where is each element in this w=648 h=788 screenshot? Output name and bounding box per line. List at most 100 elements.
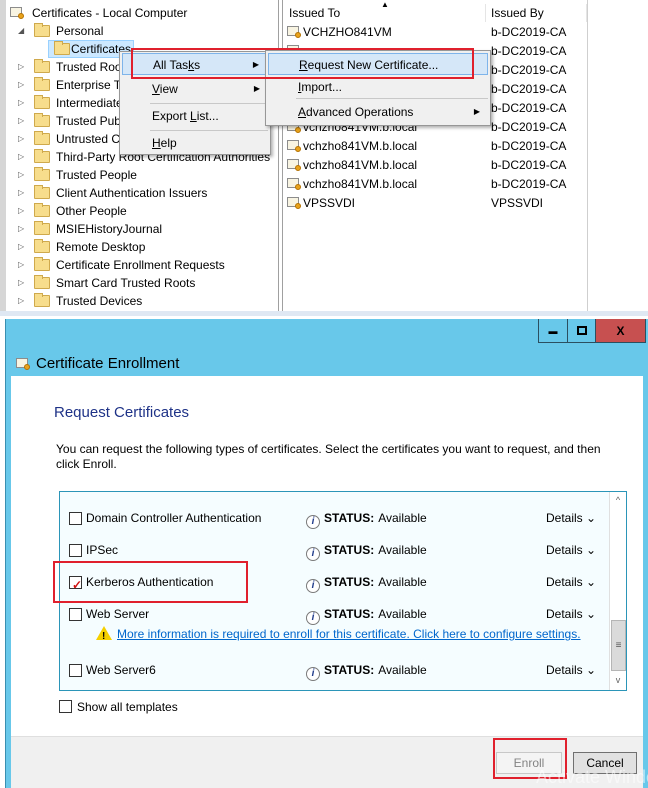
close-button[interactable]: X [595,319,645,342]
issued-by-cell: b-DC2019-CA [491,25,567,39]
issued-by-cell: b-DC2019-CA [491,120,567,134]
vertical-scrollbar[interactable]: ^ ≡ v [609,492,626,690]
details-toggle[interactable]: Details ⌄ [546,572,596,592]
certificate-name: Web Server6 [86,663,156,677]
status: i STATUS: Available [306,508,427,529]
details-toggle[interactable]: Details ⌄ [546,540,596,560]
issued-to-cell: vchzho841VM.b.local [303,158,418,172]
details-toggle[interactable]: Details ⌄ [546,660,596,680]
folder-icon [54,41,70,55]
collapse-icon[interactable]: ◢ [18,22,28,40]
expand-icon[interactable]: ▷ [18,112,28,130]
certificate-icon [287,177,301,190]
context-menu: All Tasks ▶ View ▶ Export List... Help [119,51,271,155]
info-icon: i [306,515,320,529]
minimize-button[interactable]: ▬ [539,319,567,342]
mmc-bottom-border [0,311,648,316]
menu-item-advanced-operations[interactable]: Advanced Operations ▶ [268,101,488,123]
details-toggle[interactable]: Details ⌄ [546,508,596,528]
expand-icon[interactable]: ▷ [18,274,28,292]
status: i STATUS: Available [306,604,427,625]
table-row[interactable]: VPSSVDI VPSSVDI [287,194,587,213]
certificate-checkbox[interactable] [69,512,82,525]
issued-to-cell: vchzho841VM.b.local [303,177,418,191]
menu-item-request-new-certificate[interactable]: Request New Certificate... [268,53,488,75]
certificate-checkbox[interactable] [69,608,82,621]
status: i STATUS: Available [306,660,427,681]
table-row[interactable]: vchzho841VM.b.local b-DC2019-CA [287,156,587,175]
expand-icon[interactable]: ▷ [18,238,28,256]
expand-icon[interactable]: ▷ [18,166,28,184]
sort-ascending-icon: ▲ [381,0,389,9]
table-row[interactable]: VCHZHO841VM b-DC2019-CA [287,23,587,42]
expand-icon[interactable]: ▷ [18,58,28,76]
expand-icon[interactable]: ▷ [18,148,28,166]
issued-by-cell: b-DC2019-CA [491,63,567,77]
expand-icon[interactable]: ▷ [18,202,28,220]
expand-icon[interactable]: ▷ [18,76,28,94]
checkbox[interactable] [59,700,72,713]
menu-item-import[interactable]: Import... [268,76,488,98]
certificate-checkbox[interactable] [69,544,82,557]
expand-icon[interactable]: ▷ [18,184,28,202]
expand-icon[interactable]: ▷ [18,292,28,310]
certificate-checkbox[interactable]: ✓ [69,576,82,592]
scrollbar-thumb[interactable]: ≡ [611,620,626,671]
maximize-button[interactable] [567,319,595,342]
expand-icon[interactable]: ▷ [18,220,28,238]
folder-icon [34,203,50,217]
issued-by-cell: b-DC2019-CA [491,82,567,96]
certificate-row: Domain Controller Authentication i STATUS:… [60,508,600,529]
table-row[interactable]: vchzho841VM.b.local b-DC2019-CA [287,175,587,194]
activate-windows-watermark: Activate Windows [536,767,648,787]
expand-icon[interactable]: ▷ [18,256,28,274]
info-icon: i [306,667,320,681]
tree-item-label: Trusted Devices [56,294,143,308]
tree-item-label: Remote Desktop [56,240,146,254]
enrollment-warning: More information is required to enroll f… [96,625,596,646]
all-tasks-submenu: Request New Certificate... Import... Adv… [265,50,491,126]
tree-root-label: Certificates - Local Computer [32,6,188,20]
window-title: Certificate Enrollment [16,355,179,372]
status: i STATUS: Available [306,572,427,593]
warning-icon [96,626,112,646]
certificate-row: ✓ Kerberos Authentication i STATUS: Availabl… [60,572,600,593]
menu-item-help[interactable]: Help [122,132,268,154]
menu-item-export-list[interactable]: Export List... [122,105,268,127]
submenu-arrow-icon: ▶ [252,60,259,69]
submenu-arrow-icon: ▶ [473,107,480,116]
details-toggle[interactable]: Details ⌄ [546,604,596,624]
tree-item-label: Client Authentication Issuers [56,186,208,200]
column-header-issued-by[interactable]: Issued By [489,4,587,22]
menu-item-all-tasks[interactable]: All Tasks ▶ [122,53,268,75]
configure-settings-link[interactable]: More information is required to enroll f… [117,627,581,641]
expand-icon[interactable]: ▷ [18,130,28,148]
certificate-icon [287,196,301,209]
mmc-certificates-console: Certificates - Local Computer ◢ Personal… [0,0,648,316]
menu-separator [296,98,488,99]
window-controls: ▬ X [538,319,646,343]
issued-to-cell: vchzho841VM.b.local [303,139,418,153]
folder-icon [34,293,50,307]
folder-icon [34,59,50,73]
scroll-up-button[interactable]: ^ [610,492,626,509]
menu-item-view[interactable]: View ▶ [122,78,268,100]
submenu-arrow-icon: ▶ [253,84,260,93]
table-row[interactable]: vchzho841VM.b.local b-DC2019-CA [287,137,587,156]
folder-icon [34,131,50,145]
certificate-enrollment-window: ▬ X Certificate Enrollment Request Certi… [5,319,648,788]
console-tree: Certificates - Local Computer ◢ Personal… [0,0,279,316]
folder-icon [34,239,50,253]
expand-icon[interactable]: ▷ [18,94,28,112]
info-icon: i [306,579,320,593]
info-icon: i [306,611,320,625]
folder-icon [34,95,50,109]
menu-separator [150,130,268,131]
maximize-icon [576,326,587,335]
scroll-down-button[interactable]: v [610,672,626,689]
issued-to-cell: VPSSVDI [303,196,356,210]
certificate-checkbox[interactable] [69,664,82,677]
certificate-icon [16,357,30,370]
tree-item-label: Trusted People [56,168,137,182]
certificate-icon [287,158,301,171]
